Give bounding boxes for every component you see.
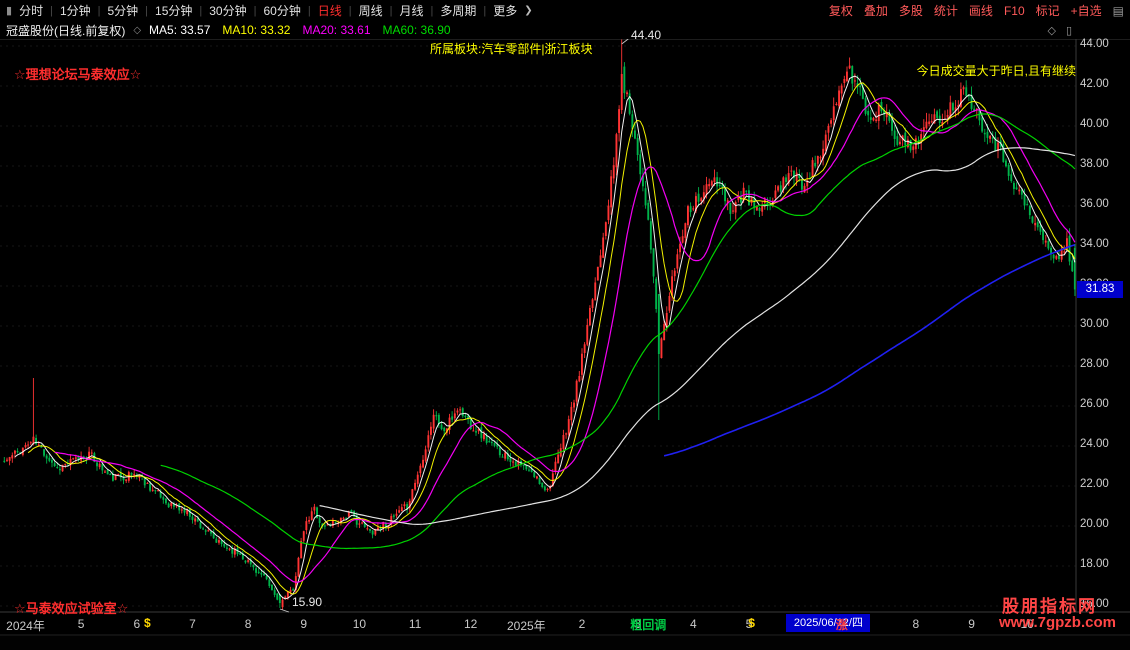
toolbar-period-7[interactable]: 日线 [318,2,342,19]
x-axis-month-label: 12 [449,617,493,631]
signal-marker: $ [144,616,151,630]
peak-price-label: 44.40 [631,28,661,42]
toolbar-period-9[interactable]: 月线 [399,2,423,19]
toolbar-separator: | [199,5,202,17]
toolbar-separator: | [390,5,393,17]
toolbar-period-4[interactable]: 15分钟 [155,2,192,19]
toolbar-left-group: 分时 | 1分钟 | 5分钟 | 15分钟 | 30分钟 | 60分钟 | 日线 | 周线 | 月线 | 多周期 | 更… [19,2,533,19]
toolbar-separator: | [254,5,257,17]
toolbar-action-6[interactable]: F10 [1004,4,1025,18]
toolbar-separator: | [483,5,486,17]
toolbar-separator: | [430,5,433,17]
signal-marker: 涨 [836,616,848,633]
price-axis-label: 26.00 [1080,398,1109,410]
more-arrow-icon[interactable]: ❯ [524,5,532,16]
toolbar-separator: | [50,5,53,17]
diamond2-icon[interactable]: ◇ [1047,24,1055,37]
signal-marker: 粗回调 [630,616,666,633]
toolbar-period-8[interactable]: 周线 [359,2,383,19]
toolbar-period-11[interactable]: 更多 [493,2,517,19]
toolbar-action-5[interactable]: 画线 [969,2,993,19]
diamond-icon[interactable]: ◇ [133,25,141,36]
toolbar-separator: | [145,5,148,17]
x-axis-month-label: 8 [226,617,270,631]
toolbar-action-4[interactable]: 统计 [934,2,958,19]
x-axis-month-label: 7 [170,617,214,631]
price-axis-label: 42.00 [1080,78,1109,90]
price-axis-label: 38.00 [1080,158,1109,170]
x-axis-month-label: 9 [282,617,326,631]
tdx-main-window: ▮ 分时 | 1分钟 | 5分钟 | 15分钟 | 30分钟 | 60分钟 | 日线 | 周线 | 月线 | 多周期… [0,0,1130,650]
page-icon[interactable]: ▯ [1066,24,1072,37]
price-axis-label: 20.00 [1080,518,1109,530]
date-box: 2025/06/12/四 [786,614,870,632]
price-axis-label: 30.00 [1080,318,1109,330]
kline-app-icon: ▮ [6,4,12,17]
x-axis-month-label: 5 [59,617,103,631]
x-axis-month-label: 2024年 [4,617,48,634]
watermark-site-url: www.7gpzb.com [999,614,1116,631]
ma-legend: MA5: 33.57 MA10: 33.32 MA20: 33.61 MA60: 36… [149,23,451,37]
toolbar-action-8[interactable]: +自选 [1071,2,1102,19]
x-axis-month-label: 8 [894,617,938,631]
toolbar-action-7[interactable]: 标记 [1036,2,1060,19]
toolbar-action-3[interactable]: 多股 [899,2,923,19]
ma-label-1: MA5: 33.57 [149,23,210,37]
price-axis-label: 34.00 [1080,238,1109,250]
x-axis-month-label: 9 [950,617,994,631]
toolbar-period-10[interactable]: 多周期 [440,2,476,19]
toolbar-action-1[interactable]: 复权 [829,2,853,19]
toolbar-period-6[interactable]: 60分钟 [263,2,300,19]
header-right-icons: ◇ ▯ [1047,21,1072,39]
volume-note: 今日成交量大于昨日,且有继续 [917,62,1076,79]
toolbar-separator: | [308,5,311,17]
ma-label-2: MA10: 33.32 [222,23,290,37]
x-axis-month-label: 10 [337,617,381,631]
toolbar-period-3[interactable]: 5分钟 [107,2,138,19]
x-axis-month-label: 4 [671,617,715,631]
stock-title: 冠盛股份(日线.前复权) [6,22,125,39]
bottom-strip [0,636,1130,650]
price-axis-label: 36.00 [1080,198,1109,210]
price-axis-label: 24.00 [1080,438,1109,450]
forum-watermark-top: ☆理想论坛马泰效应☆ [14,64,141,83]
price-axis-label: 18.00 [1080,558,1109,570]
x-axis-month-label: 6 [115,617,159,631]
signal-marker: $ [748,616,755,630]
current-price-tag: 31.83 [1077,281,1123,298]
toolbar-separator: | [349,5,352,17]
ma-label-4: MA60: 36.90 [383,23,451,37]
chart-header: 冠盛股份(日线.前复权) ◇ MA5: 33.57 MA10: 33.32 MA20… [0,21,1130,39]
period-toolbar: ▮ 分时 | 1分钟 | 5分钟 | 15分钟 | 30分钟 | 60分钟 | 日线 | 周线 | 月线 | 多周期… [0,0,1130,21]
price-axis-label: 40.00 [1080,118,1109,130]
x-axis-month-label: 2 [560,617,604,631]
price-axis-label: 22.00 [1080,478,1109,490]
ma-label-3: MA20: 33.61 [302,23,370,37]
x-axis-month-label: 2025年 [504,617,548,634]
forum-watermark-bottom: ☆马泰效应试验室☆ [14,598,128,617]
panel-grid-icon[interactable]: ▤ [1113,4,1124,18]
toolbar-period-1[interactable]: 分时 [19,2,43,19]
price-axis-label: 44.00 [1080,38,1109,50]
low-price-label: 15.90 [292,595,322,609]
toolbar-period-5[interactable]: 30分钟 [209,2,246,19]
price-axis-label: 28.00 [1080,358,1109,370]
toolbar-right-group: 复权叠加多股统计画线 F10 标记 +自选 ▤ [829,0,1124,21]
toolbar-period-2[interactable]: 1分钟 [60,2,91,19]
x-axis-month-label: 11 [393,617,437,631]
sector-note: 所属板块:汽车零部件|浙江板块 [430,40,592,57]
toolbar-action-2[interactable]: 叠加 [864,2,888,19]
candlestick-chart[interactable] [0,0,1130,650]
toolbar-separator: | [98,5,101,17]
